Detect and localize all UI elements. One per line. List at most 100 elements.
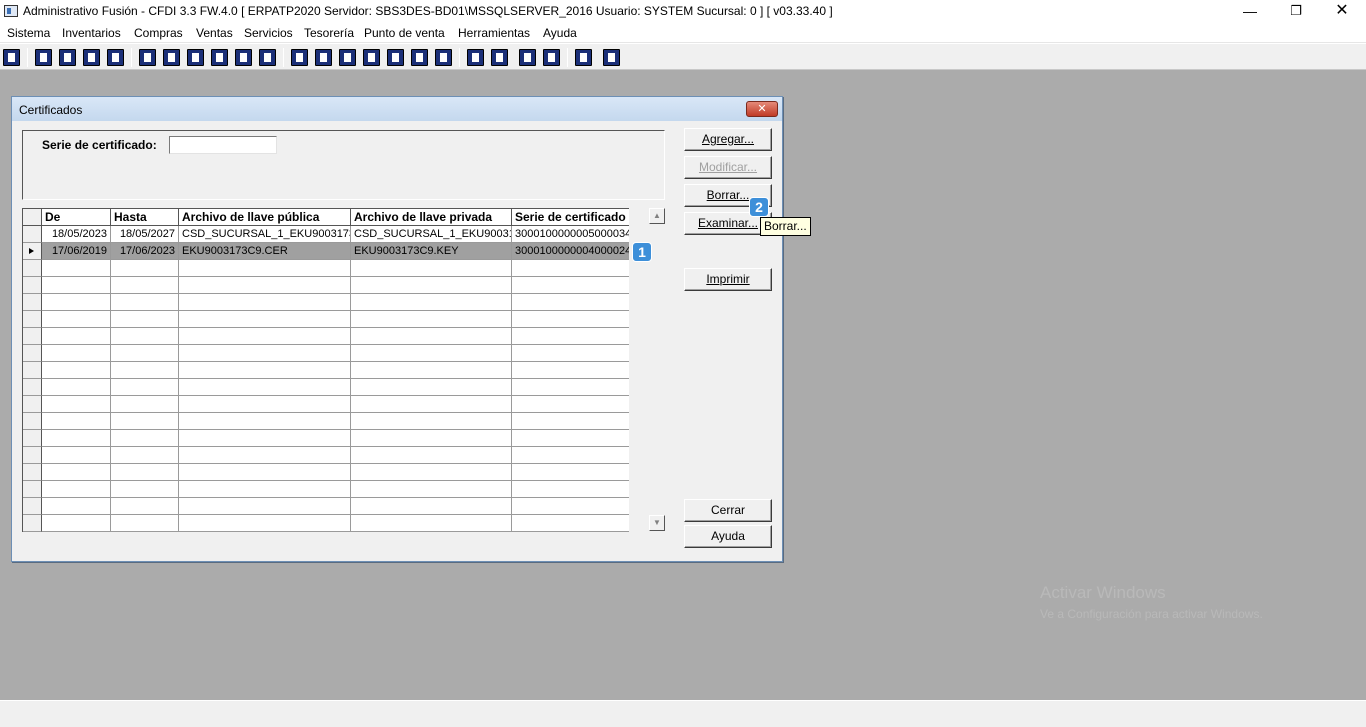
empty-cell[interactable] [179, 396, 351, 413]
empty-cell[interactable] [351, 328, 512, 345]
modificar-button[interactable]: Modificar... [684, 156, 772, 179]
cell-llave-privada[interactable]: CSD_SUCURSAL_1_EKU900317: [351, 226, 512, 243]
empty-cell[interactable] [512, 362, 629, 379]
empty-table-row[interactable] [23, 396, 629, 413]
empty-cell[interactable] [179, 362, 351, 379]
empty-cell[interactable] [512, 294, 629, 311]
empty-cell[interactable] [351, 277, 512, 294]
empty-cell[interactable] [351, 294, 512, 311]
empty-cell[interactable] [42, 277, 111, 294]
cell-llave-publica[interactable]: EKU9003173C9.CER [179, 243, 351, 260]
help-icon[interactable] [603, 49, 620, 66]
empty-cell[interactable] [42, 260, 111, 277]
column-header-hasta[interactable]: Hasta [111, 209, 179, 226]
back-icon[interactable] [575, 49, 592, 66]
export-icon[interactable] [339, 49, 356, 66]
empty-cell[interactable] [512, 413, 629, 430]
empty-table-row[interactable] [23, 345, 629, 362]
empty-cell[interactable] [111, 396, 179, 413]
empty-table-row[interactable] [23, 515, 629, 532]
row-selector[interactable] [23, 260, 42, 277]
empty-cell[interactable] [179, 260, 351, 277]
empty-cell[interactable] [42, 430, 111, 447]
serie-filter-input[interactable] [169, 136, 277, 154]
empty-cell[interactable] [512, 379, 629, 396]
column-header-serie[interactable]: Serie de certificado [512, 209, 629, 226]
empty-cell[interactable] [42, 481, 111, 498]
scroll-up-button[interactable]: ▲ [649, 208, 665, 224]
menu-ayuda[interactable]: Ayuda [543, 26, 577, 40]
empty-cell[interactable] [111, 362, 179, 379]
menu-tesoreria[interactable]: Tesorería [304, 26, 354, 40]
empty-cell[interactable] [42, 413, 111, 430]
empty-cell[interactable] [179, 430, 351, 447]
ayuda-button[interactable]: Ayuda [684, 525, 772, 548]
empty-cell[interactable] [179, 277, 351, 294]
empty-cell[interactable] [179, 328, 351, 345]
empty-cell[interactable] [351, 396, 512, 413]
empty-table-row[interactable] [23, 498, 629, 515]
empty-cell[interactable] [351, 464, 512, 481]
empty-table-row[interactable] [23, 430, 629, 447]
empty-cell[interactable] [512, 311, 629, 328]
row-selector[interactable] [23, 379, 42, 396]
home-icon[interactable] [467, 49, 484, 66]
menu-herramientas[interactable]: Herramientas [458, 26, 530, 40]
row-selector[interactable] [23, 396, 42, 413]
row-selector-current[interactable] [23, 243, 42, 260]
dialog-close-button[interactable]: ✕ [746, 101, 778, 117]
imprimir-button[interactable]: Imprimir [684, 268, 772, 291]
empty-table-row[interactable] [23, 481, 629, 498]
cell-serie[interactable]: 30001000000050000341 [512, 226, 629, 243]
menu-compras[interactable]: Compras [134, 26, 183, 40]
empty-cell[interactable] [351, 260, 512, 277]
table-row-selected[interactable]: 17/06/2019 17/06/2023 EKU9003173C9.CER E… [23, 243, 629, 260]
empty-cell[interactable] [42, 447, 111, 464]
menu-inventarios[interactable]: Inventarios [62, 26, 121, 40]
row-selector[interactable] [23, 481, 42, 498]
row-selector[interactable] [23, 447, 42, 464]
cell-hasta[interactable]: 18/05/2027 [111, 226, 179, 243]
row-selector[interactable] [23, 413, 42, 430]
empty-cell[interactable] [351, 413, 512, 430]
empty-cell[interactable] [512, 396, 629, 413]
minimize-button[interactable]: — [1227, 0, 1273, 23]
row-selector[interactable] [23, 430, 42, 447]
menu-punto-de-venta[interactable]: Punto de venta [364, 26, 445, 40]
empty-cell[interactable] [512, 345, 629, 362]
list-icon[interactable] [259, 49, 276, 66]
row-selector[interactable] [23, 515, 42, 532]
menu-servicios[interactable]: Servicios [244, 26, 293, 40]
empty-cell[interactable] [42, 396, 111, 413]
cell-llave-publica[interactable]: CSD_SUCURSAL_1_EKU9003173C [179, 226, 351, 243]
menu-sistema[interactable]: Sistema [7, 26, 50, 40]
empty-cell[interactable] [111, 430, 179, 447]
empty-cell[interactable] [179, 294, 351, 311]
empty-cell[interactable] [42, 464, 111, 481]
empty-cell[interactable] [111, 481, 179, 498]
empty-cell[interactable] [351, 345, 512, 362]
find-icon[interactable] [491, 49, 508, 66]
empty-table-row[interactable] [23, 464, 629, 481]
empty-cell[interactable] [111, 447, 179, 464]
add-icon[interactable] [363, 49, 380, 66]
empty-cell[interactable] [351, 481, 512, 498]
empty-table-row[interactable] [23, 328, 629, 345]
empty-cell[interactable] [512, 515, 629, 532]
sync-icon[interactable] [291, 49, 308, 66]
empty-cell[interactable] [111, 294, 179, 311]
menu-ventas[interactable]: Ventas [196, 26, 233, 40]
cell-serie[interactable]: 30001000000040000243 [512, 243, 629, 260]
box-icon[interactable] [315, 49, 332, 66]
column-header-llave-publica[interactable]: Archivo de llave pública [179, 209, 351, 226]
empty-cell[interactable] [111, 498, 179, 515]
row-selector[interactable] [23, 464, 42, 481]
row-selector[interactable] [23, 345, 42, 362]
row-selector[interactable] [23, 362, 42, 379]
restore-button[interactable]: ❐ [1273, 0, 1319, 23]
empty-cell[interactable] [179, 498, 351, 515]
empty-cell[interactable] [111, 345, 179, 362]
empty-cell[interactable] [179, 311, 351, 328]
empty-cell[interactable] [111, 328, 179, 345]
empty-table-row[interactable] [23, 413, 629, 430]
